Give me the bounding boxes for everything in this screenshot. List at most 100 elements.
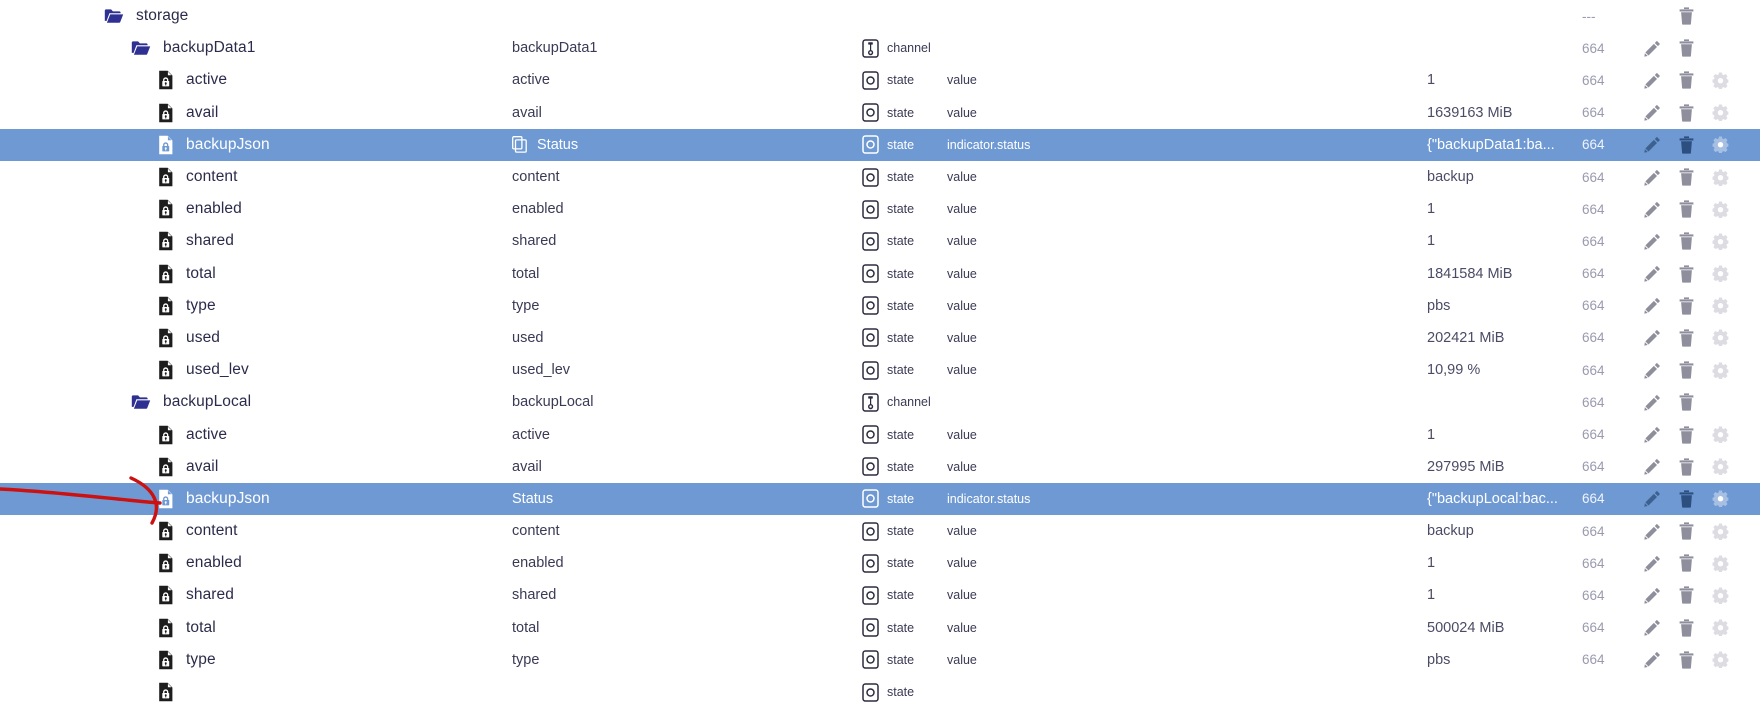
settings-gear-icon[interactable]	[1706, 486, 1734, 512]
tree-row[interactable]: used_lev used_lev state value 10,99 % 664	[0, 354, 1760, 387]
tree-row[interactable]: shared shared state value 1 664	[0, 579, 1760, 612]
settings-gear-icon[interactable]	[1706, 582, 1734, 608]
settings-gear-icon[interactable]	[1706, 164, 1734, 190]
name-cell[interactable]: storage	[0, 7, 512, 25]
name-cell[interactable]: enabled	[0, 553, 512, 573]
settings-gear-icon[interactable]	[1706, 454, 1734, 480]
settings-gear-icon[interactable]	[1706, 261, 1734, 287]
settings-gear-icon[interactable]	[1706, 422, 1734, 448]
delete-trash-icon[interactable]	[1672, 196, 1700, 222]
name-cell[interactable]: total	[0, 618, 512, 638]
settings-gear-icon[interactable]	[1706, 196, 1734, 222]
tree-row[interactable]: total total state value 1841584 MiB 664	[0, 257, 1760, 290]
settings-gear-icon[interactable]	[1706, 228, 1734, 254]
name-cell[interactable]: backupLocal	[0, 393, 512, 411]
tree-row[interactable]: type type state value pbs 664	[0, 289, 1760, 322]
tree-row[interactable]: avail avail state value 1639163 MiB 664	[0, 96, 1760, 129]
name-cell[interactable]: enabled	[0, 199, 512, 219]
tree-row[interactable]: backupJson Status state indicator.status {"b…	[0, 482, 1760, 515]
edit-pencil-icon[interactable]	[1638, 518, 1666, 544]
edit-pencil-icon[interactable]	[1638, 357, 1666, 383]
edit-pencil-icon[interactable]	[1638, 422, 1666, 448]
name-cell[interactable]: shared	[0, 231, 512, 251]
settings-gear-icon[interactable]	[1706, 518, 1734, 544]
settings-gear-icon[interactable]	[1706, 325, 1734, 351]
name-cell[interactable]: type	[0, 296, 512, 316]
name-cell[interactable]: total	[0, 264, 512, 284]
delete-trash-icon[interactable]	[1672, 582, 1700, 608]
object-tree-table[interactable]: storage --- backupData1 backupData1 channel 6…	[0, 0, 1760, 708]
edit-pencil-icon[interactable]	[1638, 454, 1666, 480]
name-cell[interactable]: backupJson	[0, 489, 512, 509]
settings-gear-icon[interactable]	[1706, 132, 1734, 158]
edit-pencil-icon[interactable]	[1638, 100, 1666, 126]
edit-pencil-icon[interactable]	[1638, 196, 1666, 222]
tree-row[interactable]: active active state value 1 664	[0, 418, 1760, 451]
edit-pencil-icon[interactable]	[1638, 164, 1666, 190]
name-cell[interactable]: content	[0, 167, 512, 187]
tree-row[interactable]: state	[0, 675, 1760, 708]
name-cell[interactable]: backupJson	[0, 135, 512, 155]
delete-trash-icon[interactable]	[1672, 550, 1700, 576]
name-cell[interactable]	[0, 682, 512, 702]
delete-trash-icon[interactable]	[1672, 486, 1700, 512]
tree-row[interactable]: enabled enabled state value 1 664	[0, 193, 1760, 226]
name-cell[interactable]: backupData1	[0, 39, 512, 57]
tree-row[interactable]: backupData1 backupData1 channel 664	[0, 32, 1760, 65]
delete-trash-icon[interactable]	[1672, 325, 1700, 351]
settings-gear-icon[interactable]	[1706, 293, 1734, 319]
edit-pencil-icon[interactable]	[1638, 132, 1666, 158]
delete-trash-icon[interactable]	[1672, 422, 1700, 448]
settings-gear-icon[interactable]	[1706, 67, 1734, 93]
tree-row[interactable]: storage ---	[0, 0, 1760, 33]
edit-pencil-icon[interactable]	[1638, 325, 1666, 351]
name-cell[interactable]: active	[0, 425, 512, 445]
edit-pencil-icon[interactable]	[1638, 389, 1666, 415]
settings-gear-icon[interactable]	[1706, 550, 1734, 576]
name-cell[interactable]: used	[0, 328, 512, 348]
tree-row[interactable]: avail avail state value 297995 MiB 664	[0, 450, 1760, 483]
tree-row[interactable]: content content state value backup 664	[0, 515, 1760, 548]
edit-pencil-icon[interactable]	[1638, 486, 1666, 512]
tree-row[interactable]: active active state value 1 664	[0, 64, 1760, 97]
copy-icon[interactable]	[512, 136, 527, 154]
edit-pencil-icon[interactable]	[1638, 293, 1666, 319]
tree-row[interactable]: backupJson Status state indicator.status {"b…	[0, 128, 1760, 161]
edit-pencil-icon[interactable]	[1638, 35, 1666, 61]
name-cell[interactable]: content	[0, 521, 512, 541]
delete-trash-icon[interactable]	[1672, 3, 1700, 29]
settings-gear-icon[interactable]	[1706, 647, 1734, 673]
edit-pencil-icon[interactable]	[1638, 550, 1666, 576]
tree-row[interactable]: backupLocal backupLocal channel 664	[0, 386, 1760, 419]
delete-trash-icon[interactable]	[1672, 389, 1700, 415]
tree-row[interactable]: used used state value 202421 MiB 664	[0, 321, 1760, 355]
delete-trash-icon[interactable]	[1672, 261, 1700, 287]
edit-pencil-icon[interactable]	[1638, 67, 1666, 93]
settings-gear-icon[interactable]	[1706, 100, 1734, 126]
name-cell[interactable]: used_lev	[0, 360, 512, 380]
delete-trash-icon[interactable]	[1672, 357, 1700, 383]
delete-trash-icon[interactable]	[1672, 100, 1700, 126]
edit-pencil-icon[interactable]	[1638, 647, 1666, 673]
delete-trash-icon[interactable]	[1672, 132, 1700, 158]
tree-row[interactable]: total total state value 500024 MiB 664	[0, 611, 1760, 644]
edit-pencil-icon[interactable]	[1638, 582, 1666, 608]
delete-trash-icon[interactable]	[1672, 67, 1700, 93]
name-cell[interactable]: type	[0, 650, 512, 670]
delete-trash-icon[interactable]	[1672, 293, 1700, 319]
tree-row[interactable]: enabled enabled state value 1 664	[0, 547, 1760, 580]
delete-trash-icon[interactable]	[1672, 454, 1700, 480]
edit-pencil-icon[interactable]	[1638, 261, 1666, 287]
settings-gear-icon[interactable]	[1706, 615, 1734, 641]
delete-trash-icon[interactable]	[1672, 164, 1700, 190]
delete-trash-icon[interactable]	[1672, 228, 1700, 254]
delete-trash-icon[interactable]	[1672, 518, 1700, 544]
tree-row[interactable]: shared shared state value 1 664	[0, 225, 1760, 258]
name-cell[interactable]: active	[0, 70, 512, 90]
edit-pencil-icon[interactable]	[1638, 615, 1666, 641]
edit-pencil-icon[interactable]	[1638, 228, 1666, 254]
settings-gear-icon[interactable]	[1706, 357, 1734, 383]
delete-trash-icon[interactable]	[1672, 647, 1700, 673]
name-cell[interactable]: shared	[0, 585, 512, 605]
delete-trash-icon[interactable]	[1672, 615, 1700, 641]
